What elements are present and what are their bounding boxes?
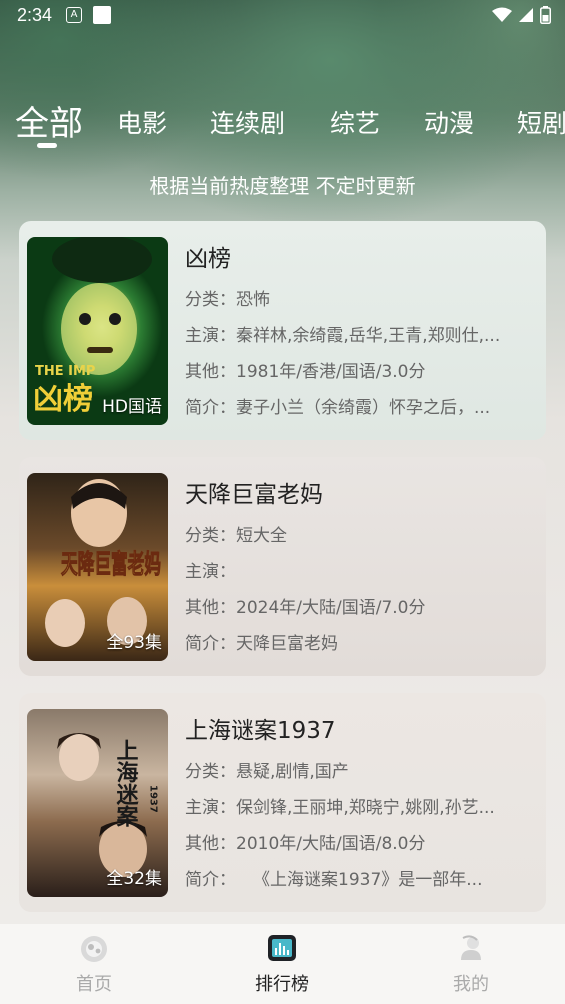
signal-icon <box>519 8 533 22</box>
tab-all[interactable]: 全部 <box>15 96 83 145</box>
poster-image: 上海迷案 1937 全32集 <box>27 709 168 897</box>
tab-movies[interactable]: 电影 <box>117 104 167 140</box>
poster-year: 1937 <box>148 785 159 813</box>
ranking-subtitle: 根据当前热度整理 不定时更新 <box>149 174 416 198</box>
nav-label: 我的 <box>453 974 489 995</box>
poster-title-cn: 天降巨富老妈 <box>61 549 161 580</box>
card-title: 凶榜 <box>185 246 231 272</box>
status-indicators <box>492 6 551 24</box>
bottom-navigation: 首页 排行榜 我的 <box>0 924 565 1004</box>
ranking-card[interactable]: 上海迷案 1937 全32集 上海谜案1937 分类：悬疑,剧情,国产 主演：保… <box>19 693 546 912</box>
tab-active-indicator <box>37 143 57 148</box>
ranking-card[interactable]: 天降巨富老妈 全93集 天降巨富老妈 分类：短大全 主演： 其他：2024年/大… <box>19 457 546 676</box>
card-category: 分类：悬疑,剧情,国产 <box>185 762 349 781</box>
status-bar: 2:34 A <box>0 0 565 32</box>
poster-title-cn: 凶榜 <box>33 382 93 417</box>
poster-image: 天降巨富老妈 全93集 <box>27 473 168 661</box>
card-title: 上海谜案1937 <box>185 718 336 744</box>
profile-icon <box>461 935 481 960</box>
card-other: 其他：2024年/大陆/国语/7.0分 <box>185 598 426 617</box>
card-info: 天降巨富老妈 分类：短大全 主演： 其他：2024年/大陆/国语/7.0分 简介… <box>185 473 535 653</box>
card-info: 上海谜案1937 分类：悬疑,剧情,国产 主演：保剑锋,王丽坤,郑晓宁,姚刚,孙… <box>185 709 535 889</box>
quality-badge: HD国语 <box>102 397 162 417</box>
wifi-icon <box>492 7 512 22</box>
nav-profile[interactable]: 我的 <box>416 932 526 996</box>
ranking-card[interactable]: THE IMP 凶榜 HD国语 凶榜 分类：恐怖 主演：秦祥林,余绮霞,岳华,王… <box>19 221 546 440</box>
home-icon <box>81 936 107 962</box>
card-other: 其他：2010年/大陆/国语/8.0分 <box>185 834 426 853</box>
card-cast: 主演： <box>185 562 236 581</box>
episode-badge: 全93集 <box>106 633 162 653</box>
status-time: 2:34 <box>17 5 53 25</box>
notification-a-icon: A <box>66 7 82 23</box>
card-cast: 主演：秦祥林,余绮霞,岳华,王青,郑则仕,... <box>185 326 501 345</box>
nav-label: 排行榜 <box>255 974 309 995</box>
battery-icon <box>540 6 551 24</box>
nav-ranking[interactable]: 排行榜 <box>227 932 337 996</box>
tab-variety[interactable]: 综艺 <box>330 104 380 140</box>
card-category: 分类：短大全 <box>185 526 287 545</box>
tab-series[interactable]: 连续剧 <box>210 104 285 140</box>
card-intro: 简介： 《上海谜案1937》是一部年... <box>185 870 483 889</box>
card-info: 凶榜 分类：恐怖 主演：秦祥林,余绮霞,岳华,王青,郑则仕,... 其他：198… <box>185 237 535 417</box>
card-cast: 主演：保剑锋,王丽坤,郑晓宁,姚刚,孙艺... <box>185 798 495 817</box>
card-intro: 简介：妻子小兰（余绮霞）怀孕之后，... <box>185 398 491 417</box>
nav-home[interactable]: 首页 <box>39 932 149 996</box>
card-category: 分类：恐怖 <box>185 290 270 309</box>
poster-title-cn: 上海迷案 <box>113 739 140 827</box>
notification-square-icon <box>93 6 111 24</box>
card-other: 其他：1981年/香港/国语/3.0分 <box>185 362 426 381</box>
ranking-icon <box>268 935 296 961</box>
card-intro: 简介：天降巨富老妈 <box>185 634 338 653</box>
nav-label: 首页 <box>76 974 112 995</box>
poster-image: THE IMP 凶榜 HD国语 <box>27 237 168 425</box>
tab-short-drama[interactable]: 短剧 <box>517 104 565 140</box>
card-title: 天降巨富老妈 <box>185 482 323 508</box>
tab-anime[interactable]: 动漫 <box>424 104 474 140</box>
category-tabs: 全部 电影 连续剧 综艺 动漫 短剧 <box>0 96 565 152</box>
episode-badge: 全32集 <box>106 869 162 889</box>
poster-title-en: THE IMP <box>35 364 95 379</box>
